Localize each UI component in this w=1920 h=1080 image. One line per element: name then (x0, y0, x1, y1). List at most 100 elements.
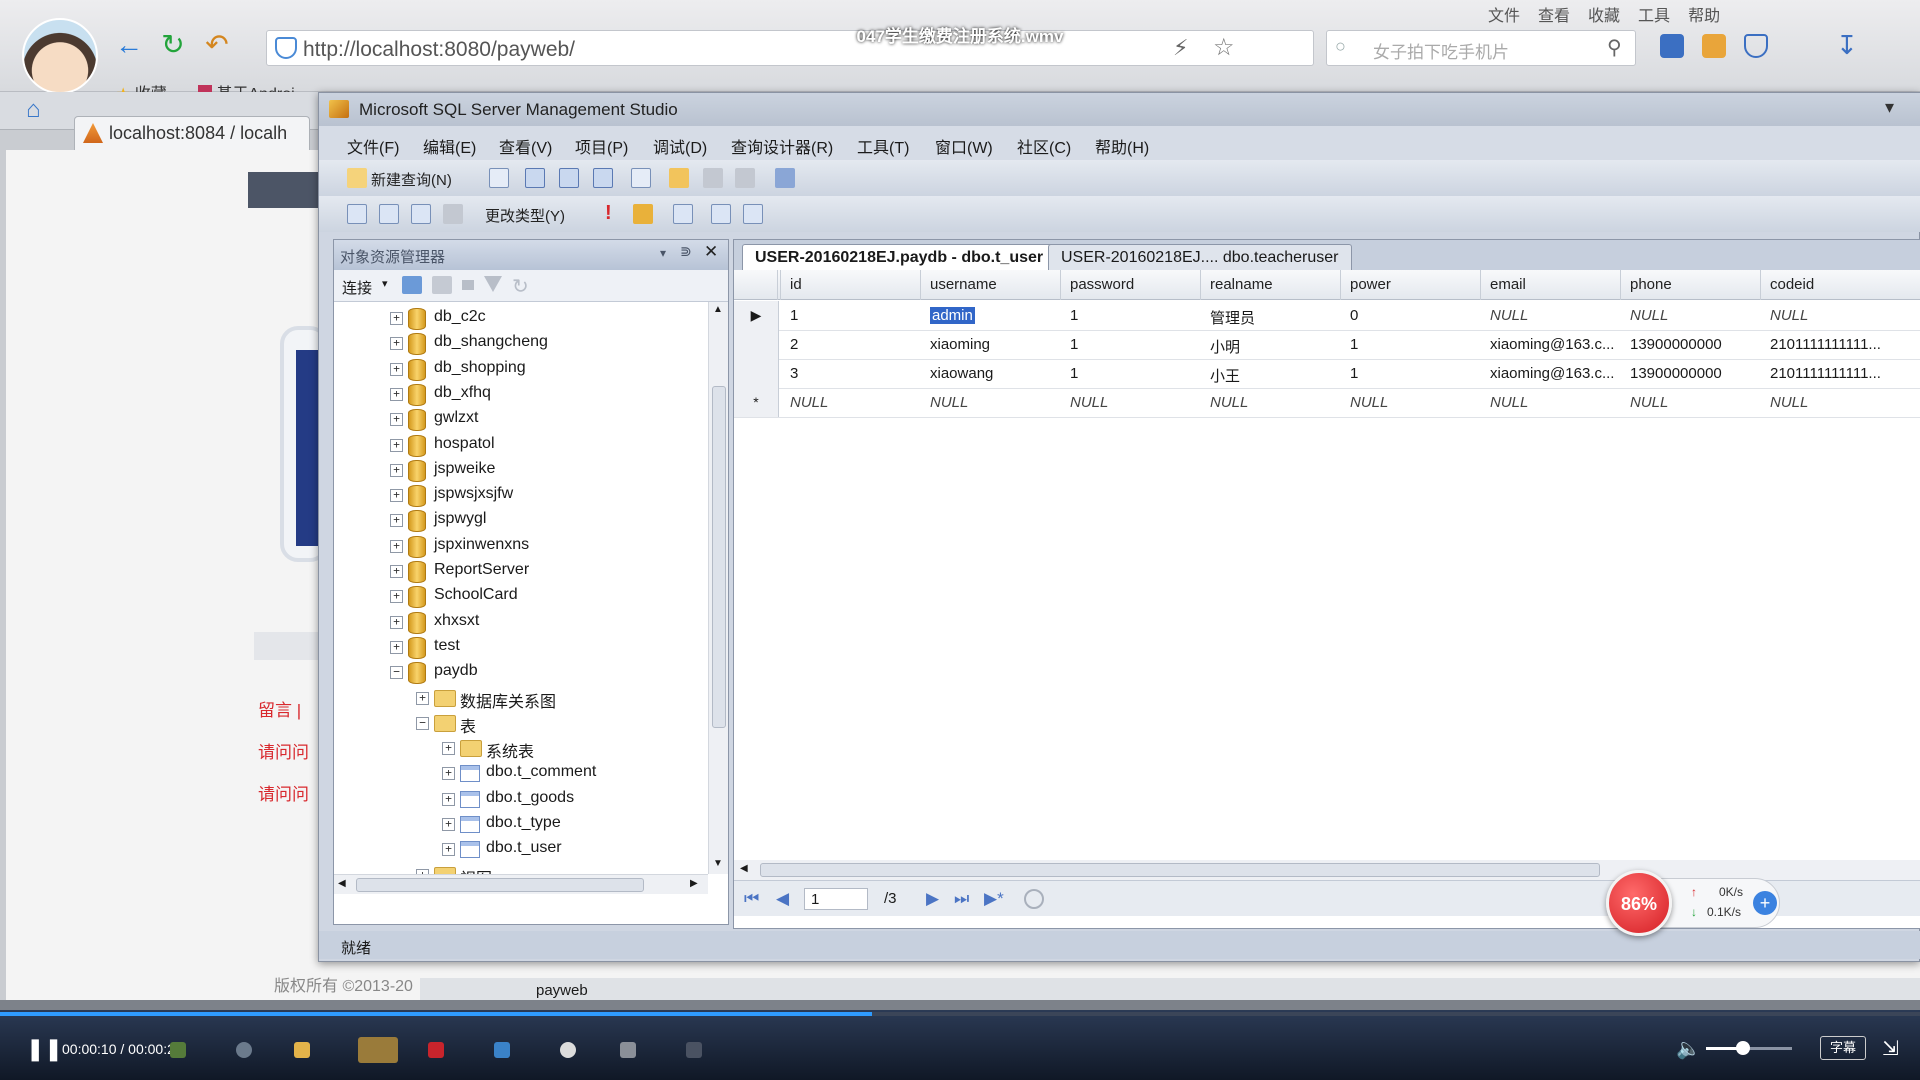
taskbar-app-icon[interactable] (686, 1042, 702, 1058)
grid-cell[interactable]: 1 (1070, 365, 1078, 382)
expand-icon[interactable]: + (442, 742, 455, 755)
grid-cell[interactable]: 管理员 (1210, 307, 1255, 328)
browser-tab-active[interactable]: localhost:8084 / localh (74, 116, 310, 150)
taskbar-ssms-icon[interactable] (358, 1037, 398, 1063)
verify-sql-icon[interactable] (633, 204, 653, 224)
new-file-icon[interactable] (489, 168, 509, 188)
first-record-icon[interactable]: ⏮ (744, 889, 759, 909)
grid-cell[interactable]: 0 (1350, 307, 1358, 324)
scroll-right-icon[interactable]: ▶ (690, 878, 698, 889)
subtitle-button[interactable]: 字幕 (1820, 1036, 1866, 1060)
column-divider[interactable] (1620, 270, 1621, 300)
next-record-icon[interactable]: ▶ (926, 889, 939, 909)
grid-cell[interactable]: 1 (790, 307, 798, 324)
activity-monitor-icon[interactable] (775, 168, 795, 188)
add-table-icon[interactable] (711, 204, 731, 224)
stop-icon[interactable] (462, 280, 474, 290)
table-row[interactable]: 2 xiaoming 1 小明 1 xiaoming@163.c... 1390000000… (734, 330, 1920, 360)
grid-cell[interactable]: xiaowang (930, 365, 993, 382)
grid-cell[interactable]: 13900000000 (1630, 365, 1722, 382)
expand-icon[interactable]: + (390, 514, 403, 527)
grid-cell[interactable]: 小明 (1210, 336, 1240, 357)
grid-cell[interactable]: 2101111111111... (1770, 336, 1881, 353)
menu-help[interactable]: 帮助(H) (1095, 134, 1149, 158)
expand-icon[interactable]: + (390, 312, 403, 325)
new-record-icon[interactable]: ▶* (984, 889, 1004, 909)
menu-tools[interactable]: 工具(T) (857, 134, 909, 158)
side-link[interactable]: 请问问 (258, 774, 309, 816)
tree-node-folder[interactable]: +视图 (334, 863, 708, 874)
show-results-icon[interactable] (443, 204, 463, 224)
volume-knob[interactable] (1736, 1041, 1750, 1055)
expand-icon[interactable]: + (390, 540, 403, 553)
expand-icon[interactable]: + (390, 489, 403, 502)
show-sql-icon[interactable] (411, 204, 431, 224)
side-link[interactable]: 留言 | (258, 690, 309, 732)
tree-node-folder[interactable]: + 系统表 (334, 736, 708, 761)
scroll-left-icon[interactable]: ◀ (338, 878, 346, 889)
taskbar-app-icon[interactable] (620, 1042, 636, 1058)
table-row[interactable]: 3 xiaowang 1 小王 1 xiaoming@163.c... 1390000000… (734, 359, 1920, 389)
grid-cell[interactable]: 1 (1350, 336, 1358, 353)
taskbar-app-icon[interactable] (494, 1042, 510, 1058)
tree-node-database[interactable]: + jspweike (334, 458, 708, 483)
tree-node-database[interactable]: − paydb (334, 660, 708, 685)
menu-window[interactable]: 窗口(W) (935, 134, 993, 158)
tree-node-table[interactable]: + dbo.t_goods (334, 787, 708, 812)
scroll-down-icon[interactable]: ▼ (713, 858, 723, 869)
tree-node-database[interactable]: + xhxsxt (334, 610, 708, 635)
column-divider[interactable] (1480, 270, 1481, 300)
tree-node-database[interactable]: + SchoolCard (334, 584, 708, 609)
taskbar-app-icon[interactable] (560, 1042, 576, 1058)
close-icon[interactable]: ✕ (704, 242, 718, 262)
chevron-down-icon[interactable]: ▾ (382, 277, 388, 290)
connect-explorer-icon[interactable] (402, 276, 422, 294)
row-selector[interactable]: * (734, 388, 779, 417)
tree-node-database[interactable]: + ReportServer (334, 559, 708, 584)
fullscreen-exit-icon[interactable]: ⇲ (1882, 1036, 1899, 1061)
expand-icon[interactable]: + (442, 843, 455, 856)
show-diagram-icon[interactable] (347, 204, 367, 224)
column-header[interactable]: password (1070, 276, 1134, 293)
window-dropdown-icon[interactable]: ▾ (1885, 97, 1894, 118)
grid-cell[interactable]: NULL (1490, 394, 1528, 411)
menu-query-designer[interactable]: 查询设计器(R) (731, 134, 833, 158)
taskbar-app-icon[interactable] (428, 1042, 444, 1058)
column-header[interactable]: phone (1630, 276, 1672, 293)
plus-icon[interactable]: + (1753, 891, 1777, 915)
refresh-icon[interactable]: ↻ (512, 274, 529, 299)
tree-node-database[interactable]: + gwlzxt (334, 407, 708, 432)
grid-cell[interactable]: admin (930, 307, 975, 324)
home-icon[interactable]: ⌂ (26, 96, 41, 124)
add-derived-table-icon[interactable] (743, 204, 763, 224)
tree-node-database[interactable]: + jspwsjxsjfw (334, 483, 708, 508)
menu-debug[interactable]: 调试(D) (653, 134, 707, 158)
grid-horizontal-scrollbar[interactable]: ◀ (734, 860, 1920, 880)
table-row[interactable]: ▶ 1 admin 1 管理员 0 NULL NULL NULL (734, 301, 1920, 331)
collapse-icon[interactable]: − (390, 666, 403, 679)
panel-dropdown-icon[interactable]: ▾ (660, 246, 666, 260)
grid-cell[interactable]: 13900000000 (1630, 336, 1722, 353)
row-selector[interactable] (734, 330, 779, 359)
expand-icon[interactable]: + (390, 565, 403, 578)
tree-horizontal-scrollbar[interactable]: ◀ ▶ (334, 874, 708, 894)
stop-icon[interactable] (1024, 889, 1044, 909)
taskbar-app-icon[interactable] (236, 1042, 252, 1058)
disconnect-icon[interactable] (432, 276, 452, 294)
column-header[interactable]: id (790, 276, 802, 293)
taskbar-app-icon[interactable] (170, 1042, 186, 1058)
expand-icon[interactable]: + (390, 616, 403, 629)
tree-node-table[interactable]: + dbo.t_user (334, 837, 708, 862)
memory-speed-ball[interactable]: 86% (1606, 870, 1672, 936)
scroll-thumb[interactable] (356, 878, 644, 892)
new-row[interactable]: * NULL NULL NULL NULL NULL NULL NULL NULL (734, 388, 1920, 418)
row-selector[interactable]: ▶ (734, 301, 779, 330)
new-query-button[interactable]: 新建查询(N) (371, 169, 452, 190)
tree-node-database[interactable]: + hospatol (334, 433, 708, 458)
grid-cell[interactable]: xiaoming@163.c... (1490, 336, 1614, 353)
grid-cell[interactable]: NULL (1070, 394, 1108, 411)
execute-sql-icon[interactable]: ! (605, 202, 612, 225)
column-header[interactable]: codeid (1770, 276, 1814, 293)
grid-cell[interactable]: 3 (790, 365, 798, 382)
grid-cell[interactable]: xiaoming@163.c... (1490, 365, 1614, 382)
